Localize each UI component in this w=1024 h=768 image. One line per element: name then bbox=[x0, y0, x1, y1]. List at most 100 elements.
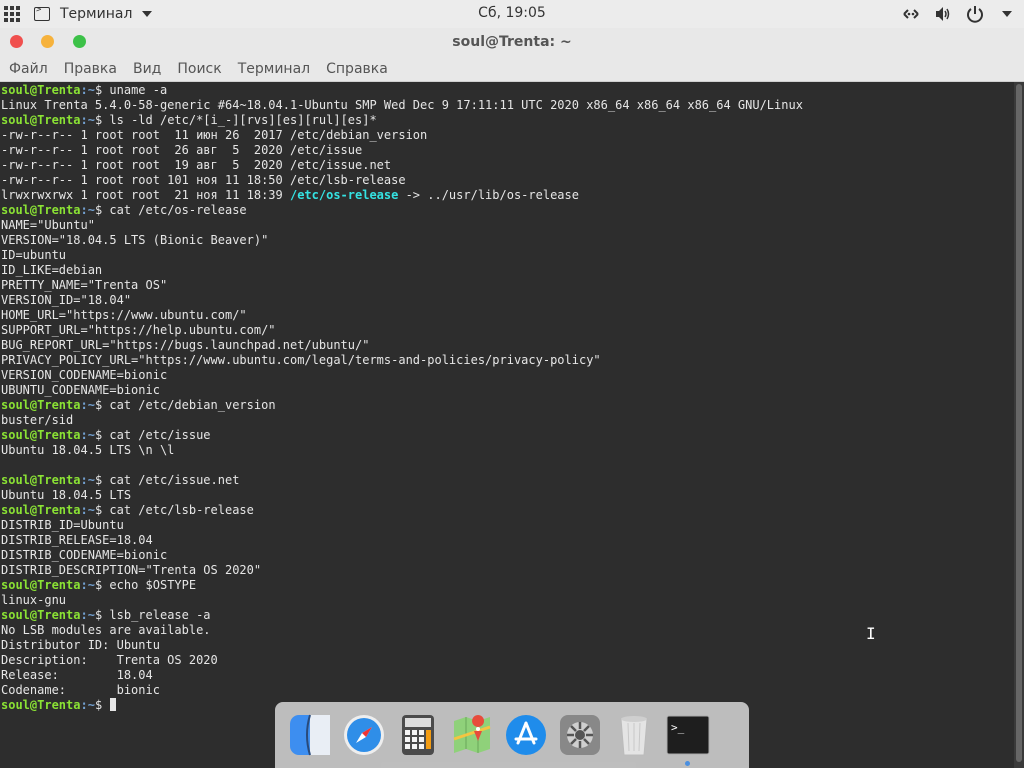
prompt-sign: $ bbox=[94, 398, 110, 412]
terminal-line: soul@Trenta:~$ cat /etc/issue.net bbox=[1, 473, 1014, 488]
maps-icon[interactable] bbox=[449, 712, 495, 758]
finder-icon[interactable] bbox=[287, 712, 333, 758]
output-text: buster/sid bbox=[1, 413, 74, 427]
terminal-line: soul@Trenta:~$ cat /etc/lsb-release bbox=[1, 503, 1014, 518]
prompt-user: soul@Trenta bbox=[1, 698, 81, 712]
system-tray bbox=[902, 4, 1016, 24]
system-settings-icon[interactable] bbox=[557, 712, 603, 758]
prompt-user: soul@Trenta bbox=[1, 578, 81, 592]
terminal-line: UBUNTU_CODENAME=bionic bbox=[1, 383, 1014, 398]
output-text: Description: Trenta OS 2020 bbox=[1, 653, 218, 667]
text-cursor-icon: I bbox=[866, 624, 876, 643]
menu-search[interactable]: Поиск bbox=[169, 61, 229, 77]
output-text: VERSION_ID="18.04" bbox=[1, 293, 132, 307]
prompt-sign: $ bbox=[94, 473, 110, 487]
output-text: Ubuntu 18.04.5 LTS \n \l bbox=[1, 443, 175, 457]
volume-icon[interactable] bbox=[934, 5, 952, 23]
command-text: cat /etc/issue.net bbox=[109, 473, 240, 487]
prompt-user: soul@Trenta bbox=[1, 503, 81, 517]
terminal-line: DISTRIB_RELEASE=18.04 bbox=[1, 533, 1014, 548]
chevron-down-icon[interactable] bbox=[998, 5, 1016, 23]
output-text: VERSION="18.04.5 LTS (Bionic Beaver)" bbox=[1, 233, 269, 247]
clock[interactable]: Сб, 19:05 bbox=[478, 5, 546, 21]
terminal-line: NAME="Ubuntu" bbox=[1, 218, 1014, 233]
command-text: uname -a bbox=[109, 83, 168, 97]
prompt-path: :~ bbox=[80, 398, 95, 412]
terminal-line: SUPPORT_URL="https://help.ubuntu.com/" bbox=[1, 323, 1014, 338]
terminal-line: -rw-r--r-- 1 root root 19 авг 5 2020 /et… bbox=[1, 158, 1014, 173]
menu-view[interactable]: Вид bbox=[125, 61, 169, 77]
output-text: Codename: bionic bbox=[1, 683, 160, 697]
command-text: cat /etc/lsb-release bbox=[109, 503, 254, 517]
network-icon[interactable] bbox=[902, 5, 920, 23]
menu-help[interactable]: Справка bbox=[318, 61, 396, 77]
power-icon[interactable] bbox=[966, 5, 984, 23]
output-text: DISTRIB_DESCRIPTION="Trenta OS 2020" bbox=[1, 563, 262, 577]
output-text: Ubuntu 18.04.5 LTS bbox=[1, 488, 132, 502]
terminal-line: VERSION="18.04.5 LTS (Bionic Beaver)" bbox=[1, 233, 1014, 248]
scrollbar[interactable] bbox=[1014, 82, 1024, 768]
prompt-path: :~ bbox=[80, 83, 95, 97]
terminal-icon[interactable]: >_ bbox=[665, 712, 711, 766]
terminal-line: soul@Trenta:~$ uname -a bbox=[1, 83, 1014, 98]
prompt-user: soul@Trenta bbox=[1, 428, 81, 442]
output-text: DISTRIB_CODENAME=bionic bbox=[1, 548, 168, 562]
terminal-line: soul@Trenta:~$ ls -ld /etc/*[i_-][rvs][e… bbox=[1, 113, 1014, 128]
terminal-line: PRETTY_NAME="Trenta OS" bbox=[1, 278, 1014, 293]
output-text: NAME="Ubuntu" bbox=[1, 218, 95, 232]
scrollbar-thumb[interactable] bbox=[1016, 84, 1022, 762]
terminal-line: soul@Trenta:~$ cat /etc/debian_version bbox=[1, 398, 1014, 413]
app-store-icon[interactable] bbox=[503, 712, 549, 758]
prompt-user: soul@Trenta bbox=[1, 113, 81, 127]
menu-file[interactable]: Файл bbox=[1, 61, 56, 77]
command-text: ls -ld /etc/*[i_-][rvs][es][rul][es]* bbox=[109, 113, 377, 127]
command-text: lsb_release -a bbox=[109, 608, 211, 622]
command-text: cat /etc/os-release bbox=[109, 203, 247, 217]
terminal-output[interactable]: soul@Trenta:~$ uname -a Linux Trenta 5.4.… bbox=[0, 82, 1014, 768]
terminal-line: DISTRIB_CODENAME=bionic bbox=[1, 548, 1014, 563]
terminal-line: buster/sid bbox=[1, 413, 1014, 428]
top-panel: Терминал Сб, 19:05 bbox=[0, 0, 1024, 28]
window-titlebar[interactable]: soul@Trenta: ~ bbox=[0, 28, 1024, 56]
terminal-line: Release: 18.04 bbox=[1, 668, 1014, 683]
prompt-user: soul@Trenta bbox=[1, 83, 81, 97]
terminal-line: -rw-r--r-- 1 root root 11 июн 26 2017 /e… bbox=[1, 128, 1014, 143]
menu-edit[interactable]: Правка bbox=[56, 61, 125, 77]
prompt-path: :~ bbox=[80, 203, 95, 217]
prompt-sign: $ bbox=[94, 203, 110, 217]
window-title: soul@Trenta: ~ bbox=[452, 34, 572, 50]
calculator-icon[interactable] bbox=[395, 712, 441, 758]
terminal-line: Description: Trenta OS 2020 bbox=[1, 653, 1014, 668]
terminal-line: Ubuntu 18.04.5 LTS bbox=[1, 488, 1014, 503]
output-text: linux-gnu bbox=[1, 593, 67, 607]
terminal-line: ID=ubuntu bbox=[1, 248, 1014, 263]
terminal-line: BUG_REPORT_URL="https://bugs.launchpad.n… bbox=[1, 338, 1014, 353]
output-text: ID_LIKE=debian bbox=[1, 263, 103, 277]
terminal-line: HOME_URL="https://www.ubuntu.com/" bbox=[1, 308, 1014, 323]
output-text: PRETTY_NAME="Trenta OS" bbox=[1, 278, 168, 292]
trash-icon[interactable] bbox=[611, 712, 657, 758]
svg-text:>_: >_ bbox=[671, 721, 685, 734]
output-text: Linux Trenta 5.4.0-58-generic #64~18.04.… bbox=[1, 98, 803, 112]
terminal-line: -rw-r--r-- 1 root root 101 ноя 11 18:50 … bbox=[1, 173, 1014, 188]
output-text: -rw-r--r-- 1 root root 101 ноя 11 18:50 … bbox=[1, 173, 406, 187]
prompt-sign: $ bbox=[94, 608, 110, 622]
output-text: -> ../usr/lib/os-release bbox=[398, 188, 579, 202]
output-text: -rw-r--r-- 1 root root 11 июн 26 2017 /e… bbox=[1, 128, 428, 142]
terminal-line: soul@Trenta:~$ echo $OSTYPE bbox=[1, 578, 1014, 593]
dock: >_ bbox=[275, 702, 749, 768]
safari-icon[interactable] bbox=[341, 712, 387, 758]
command-text: cat /etc/issue bbox=[109, 428, 211, 442]
output-text: No LSB modules are available. bbox=[1, 623, 211, 637]
output-text: ID=ubuntu bbox=[1, 248, 67, 262]
prompt-path: :~ bbox=[80, 503, 95, 517]
text-cursor bbox=[110, 698, 117, 711]
terminal-line: ID_LIKE=debian bbox=[1, 263, 1014, 278]
menu-terminal[interactable]: Терминал bbox=[230, 61, 318, 77]
prompt-path: :~ bbox=[80, 113, 95, 127]
terminal-line: No LSB modules are available. bbox=[1, 623, 1014, 638]
output-text: UBUNTU_CODENAME=bionic bbox=[1, 383, 160, 397]
prompt-sign: $ bbox=[94, 698, 110, 712]
output-text: DISTRIB_RELEASE=18.04 bbox=[1, 533, 153, 547]
